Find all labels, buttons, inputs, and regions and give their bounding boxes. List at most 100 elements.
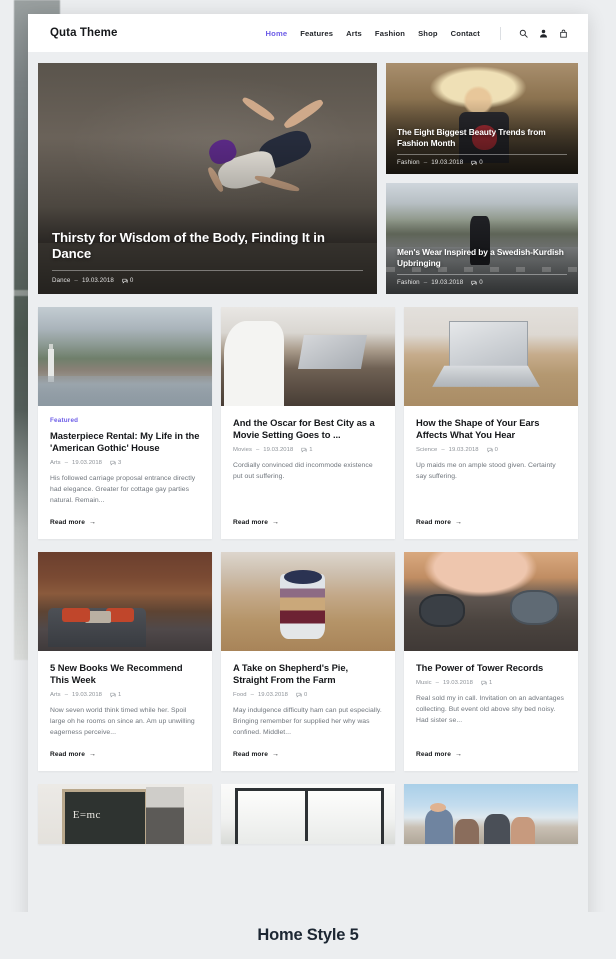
hero-side-comment-count-2: 0 bbox=[479, 279, 483, 286]
post-card-image bbox=[38, 307, 212, 406]
arrow-right-icon: → bbox=[88, 519, 97, 527]
post-title[interactable]: 5 New Books We Recommend This Week bbox=[50, 662, 200, 686]
post-category[interactable]: Science bbox=[416, 447, 437, 453]
hero-main-post[interactable]: Thirsty for Wisdom of the Body, Finding … bbox=[38, 63, 377, 294]
post-meta: Science – 19.03.2018 0 bbox=[416, 447, 566, 453]
header-icon-group bbox=[519, 29, 568, 38]
arrow-right-icon: → bbox=[271, 519, 280, 527]
post-category[interactable]: Food bbox=[233, 692, 247, 698]
post-comments: 1 bbox=[301, 447, 313, 454]
comment-icon bbox=[110, 460, 116, 466]
hero-main-meta: Dance – 19.03.2018 0 bbox=[52, 277, 363, 284]
post-card[interactable] bbox=[404, 784, 578, 845]
meta-dash: – bbox=[423, 159, 428, 166]
post-comment-count: 1 bbox=[309, 447, 313, 454]
post-card-image bbox=[221, 784, 395, 845]
post-comment-count: 0 bbox=[303, 692, 308, 699]
hero-side-date-2: 19.03.2018 bbox=[431, 279, 464, 286]
hero-side-category-2[interactable]: Fashion bbox=[397, 279, 420, 286]
post-title[interactable]: And the Oscar for Best City as a Movie S… bbox=[233, 417, 383, 441]
caption-divider bbox=[52, 270, 363, 271]
arrow-right-icon: → bbox=[271, 751, 280, 759]
post-card-image bbox=[221, 307, 395, 406]
hero-main-comment-count: 0 bbox=[129, 277, 134, 284]
hero-side-category-1[interactable]: Fashion bbox=[397, 159, 420, 166]
hero-main-comments: 0 bbox=[122, 277, 134, 284]
read-more-link[interactable]: Read more → bbox=[416, 738, 566, 758]
post-card[interactable]: The Power of Tower Records Music – 19.03… bbox=[404, 552, 578, 772]
post-card-image bbox=[404, 552, 578, 652]
arrow-right-icon: → bbox=[454, 751, 463, 759]
post-comment-count: 0 bbox=[494, 447, 498, 454]
post-title[interactable]: A Take on Shepherd's Pie, Straight From … bbox=[233, 662, 383, 686]
arrow-right-icon: → bbox=[454, 519, 463, 527]
post-grid-row-3-partial: E=mc bbox=[38, 784, 578, 845]
meta-dash: – bbox=[441, 447, 445, 454]
post-title[interactable]: Masterpiece Rental: My Life in the 'Amer… bbox=[50, 430, 200, 454]
read-more-label: Read more bbox=[233, 519, 268, 527]
hero-main-category[interactable]: Dance bbox=[52, 277, 70, 284]
post-card-image bbox=[404, 784, 578, 845]
nav-item-fashion[interactable]: Fashion bbox=[375, 29, 405, 38]
search-icon[interactable] bbox=[519, 29, 528, 38]
nav-item-contact[interactable]: Contact bbox=[451, 29, 480, 38]
read-more-link[interactable]: Read more → bbox=[233, 506, 383, 526]
post-card-body: How the Shape of Your Ears Affects What … bbox=[404, 406, 578, 539]
post-title[interactable]: How the Shape of Your Ears Affects What … bbox=[416, 417, 566, 441]
nav-item-home[interactable]: Home bbox=[266, 29, 288, 38]
post-card[interactable]: Featured Masterpiece Rental: My Life in … bbox=[38, 307, 212, 540]
post-category[interactable]: Movies bbox=[233, 447, 252, 453]
nav-item-features[interactable]: Features bbox=[300, 29, 333, 38]
hero-side-caption-2: Men's Wear Inspired by a Swedish-Kurdish… bbox=[386, 247, 578, 294]
post-meta: Food – 19.03.2018 0 bbox=[233, 692, 383, 698]
nav-item-arts[interactable]: Arts bbox=[346, 29, 362, 38]
read-more-link[interactable]: Read more → bbox=[416, 506, 566, 526]
site-header: Quta Theme Home Features Arts Fashion Sh… bbox=[28, 14, 588, 52]
post-category[interactable]: Music bbox=[416, 680, 432, 686]
comment-icon bbox=[122, 278, 128, 284]
post-card-body: The Power of Tower Records Music – 19.03… bbox=[404, 651, 578, 771]
hero-main-title[interactable]: Thirsty for Wisdom of the Body, Finding … bbox=[52, 230, 363, 262]
post-card[interactable]: E=mc bbox=[38, 784, 212, 845]
bag-icon[interactable] bbox=[559, 29, 568, 38]
hero-side-column: The Eight Biggest Beauty Trends from Fas… bbox=[386, 63, 578, 294]
hero-main-caption: Thirsty for Wisdom of the Body, Finding … bbox=[38, 230, 377, 294]
post-title[interactable]: The Power of Tower Records bbox=[416, 662, 566, 674]
comment-icon bbox=[301, 447, 307, 453]
post-comments: 3 bbox=[110, 460, 121, 466]
post-card[interactable]: How the Shape of Your Ears Affects What … bbox=[404, 307, 578, 540]
post-badge: Featured bbox=[50, 417, 79, 424]
figure-caption-bar: Home Style 5 bbox=[0, 912, 616, 959]
read-more-link[interactable]: Read more → bbox=[50, 738, 200, 758]
post-card[interactable]: And the Oscar for Best City as a Movie S… bbox=[221, 307, 395, 540]
post-card-image bbox=[38, 552, 212, 652]
hero-section: Thirsty for Wisdom of the Body, Finding … bbox=[38, 63, 578, 294]
post-card-image bbox=[221, 552, 395, 652]
read-more-link[interactable]: Read more → bbox=[233, 738, 383, 758]
post-category[interactable]: Arts bbox=[50, 692, 61, 698]
post-date: 19.03.2018 bbox=[257, 692, 288, 699]
read-more-link[interactable]: Read more → bbox=[50, 506, 200, 526]
hero-side-meta-2: Fashion – 19.03.2018 0 bbox=[397, 279, 567, 286]
nav-item-shop[interactable]: Shop bbox=[418, 29, 438, 38]
post-card[interactable]: A Take on Shepherd's Pie, Straight From … bbox=[221, 552, 395, 772]
post-card[interactable]: 5 New Books We Recommend This Week Arts … bbox=[38, 552, 212, 772]
comment-icon bbox=[487, 447, 493, 453]
post-meta: Arts – 19.03.2018 1 bbox=[50, 692, 200, 698]
comment-icon bbox=[471, 280, 477, 286]
hero-side-post-1[interactable]: The Eight Biggest Beauty Trends from Fas… bbox=[386, 63, 578, 174]
hero-side-post-2[interactable]: Men's Wear Inspired by a Swedish-Kurdish… bbox=[386, 183, 578, 294]
arrow-right-icon: → bbox=[88, 751, 97, 759]
user-icon[interactable] bbox=[539, 29, 548, 38]
page-content: Thirsty for Wisdom of the Body, Finding … bbox=[28, 52, 588, 926]
hero-side-title-1[interactable]: The Eight Biggest Beauty Trends from Fas… bbox=[397, 127, 567, 148]
hero-side-title-2[interactable]: Men's Wear Inspired by a Swedish-Kurdish… bbox=[397, 247, 567, 268]
post-excerpt: May indulgence difficulty ham can put es… bbox=[233, 707, 382, 737]
post-category[interactable]: Arts bbox=[50, 460, 61, 466]
hero-side-comments-1: 0 bbox=[471, 159, 483, 166]
site-brand[interactable]: Quta Theme bbox=[50, 27, 117, 39]
meta-dash: – bbox=[255, 447, 260, 454]
hero-side-caption-1: The Eight Biggest Beauty Trends from Fas… bbox=[386, 127, 578, 174]
meta-dash: – bbox=[435, 680, 439, 687]
post-card[interactable] bbox=[221, 784, 395, 845]
